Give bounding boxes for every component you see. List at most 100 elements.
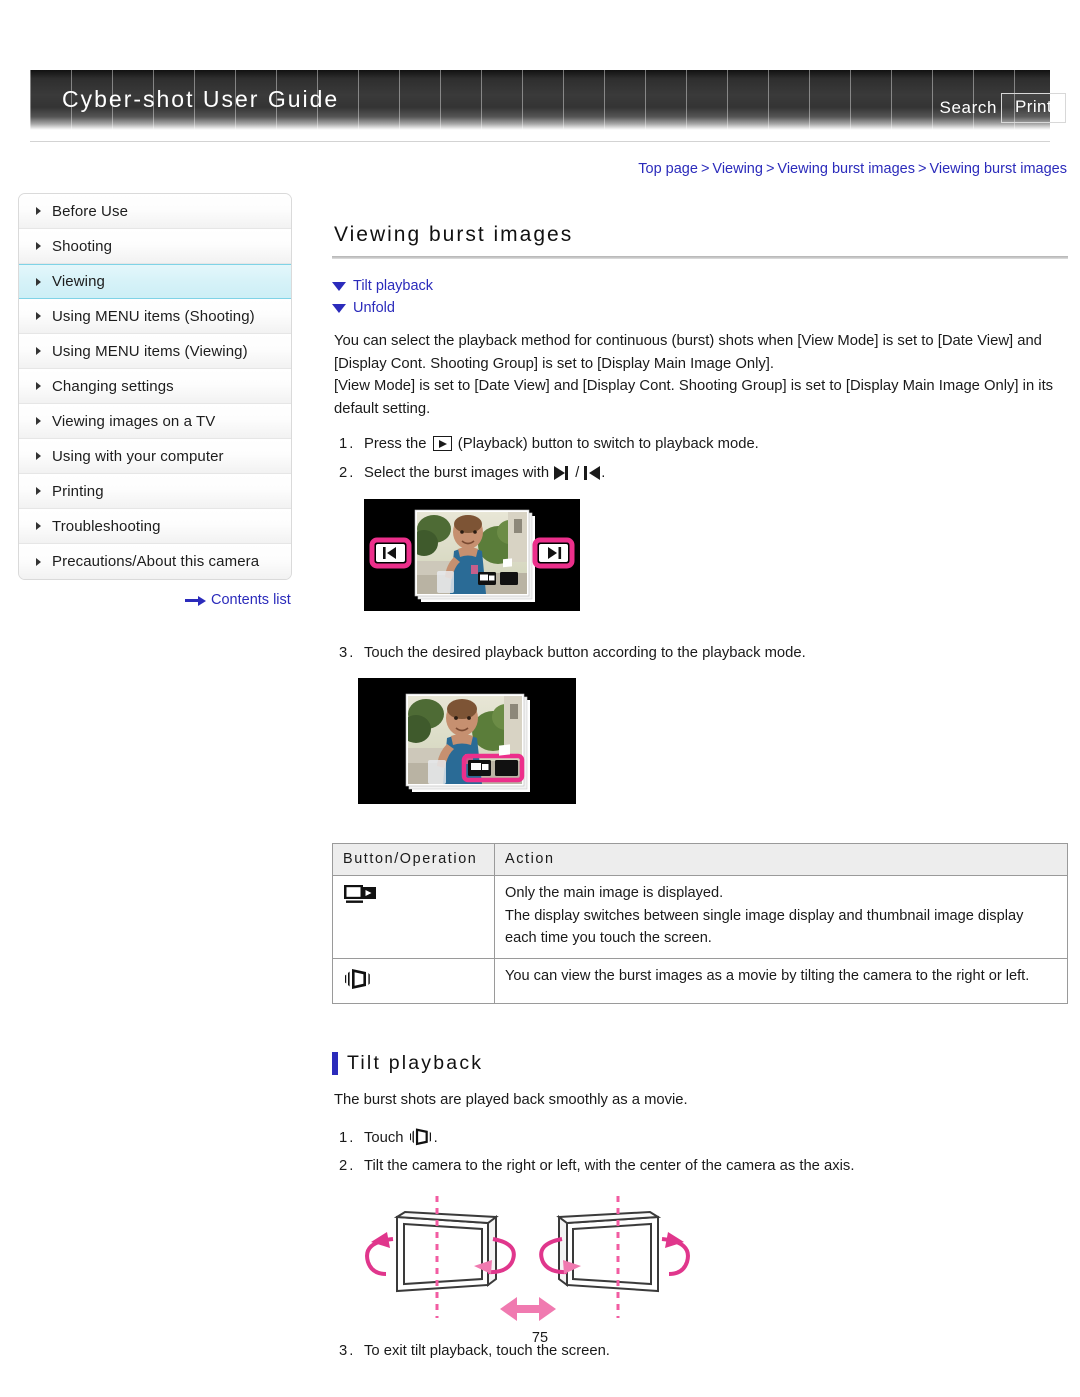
table-header-action: Action — [494, 843, 1068, 877]
chevron-right-icon — [36, 382, 41, 390]
title-divider — [332, 256, 1068, 259]
step-number: 3. — [339, 644, 356, 661]
breadcrumb-item-0[interactable]: Top page — [638, 161, 698, 177]
table-row: You can view the burst images as a movie… — [332, 957, 1068, 1004]
contents-list-link[interactable]: Contents list — [185, 592, 291, 608]
table-cell-action: You can view the burst images as a movie… — [494, 957, 1068, 1004]
app-title: Cyber-shot User Guide — [62, 86, 340, 112]
steps-list-main-3: 3. Touch the desired playback button acc… — [332, 642, 1068, 665]
chevron-right-icon — [36, 312, 41, 320]
page-title: Viewing burst images — [334, 223, 574, 246]
breadcrumb-item-3[interactable]: Viewing burst images — [929, 161, 1067, 177]
sidebar-item-printing[interactable]: Printing — [19, 474, 291, 509]
sidebar-item-using-menu-shooting[interactable]: Using MENU items (Shooting) — [19, 299, 291, 334]
chevron-right-icon — [36, 557, 41, 566]
section-accent-bar — [332, 1051, 338, 1075]
camera-tilt-left — [393, 1210, 499, 1292]
chevron-down-icon — [332, 303, 346, 313]
table-cell-icon — [332, 957, 495, 1004]
step-number: 1. — [339, 1129, 356, 1146]
sidebar-item-label: Shooting — [52, 237, 113, 255]
breadcrumb-separator: > — [700, 161, 710, 177]
header-divider — [30, 141, 1050, 142]
camera-screen-figure-1 — [364, 498, 580, 611]
table-cell-action: Only the main image is displayed. The di… — [494, 875, 1068, 959]
double-arrow-icon — [500, 1296, 556, 1321]
sidebar-item-using-with-computer[interactable]: Using with your computer — [19, 439, 291, 474]
sidebar-nav: Before Use Shooting Viewing Using MENU i… — [18, 193, 292, 580]
action-line: You can view the burst images as a movie… — [505, 967, 1030, 984]
anchor-link-tilt-playback[interactable]: Tilt playback — [332, 278, 1068, 294]
arrow-right-icon — [185, 595, 207, 606]
chevron-right-icon — [36, 487, 41, 495]
step-item: 1. Press the (Playback) button to switch… — [332, 433, 1068, 456]
step-number: 2. — [339, 464, 356, 481]
sidebar-item-before-use[interactable]: Before Use — [19, 194, 291, 229]
breadcrumb: Top page > Viewing > Viewing burst images > Vi… — [638, 161, 1067, 177]
sidebar-item-viewing-images-tv[interactable]: Viewing images on a TV — [19, 404, 291, 439]
breadcrumb-item-2[interactable]: Viewing burst images — [777, 161, 915, 177]
intro-paragraph-1: You can select the playback method for c… — [334, 333, 1042, 372]
step-item: 3. Touch the desired playback button acc… — [332, 642, 1068, 665]
action-line: The display switches between single imag… — [505, 907, 1024, 947]
sidebar-item-label: Troubleshooting — [52, 517, 161, 535]
table-row: Only the main image is displayed. The di… — [332, 875, 1068, 959]
chevron-right-icon — [36, 452, 41, 460]
sidebar-item-label: Viewing images on a TV — [52, 412, 216, 430]
figure-playback-buttons — [358, 678, 1068, 813]
step-item: 2. Tilt the camera to the right or left,… — [332, 1155, 1068, 1178]
sidebar-item-label: Changing settings — [52, 377, 174, 395]
intro-paragraph-2: [View Mode] is set to [Date View] and [D… — [334, 378, 1054, 417]
steps-list-main: 1. Press the (Playback) button to switch… — [332, 433, 1068, 484]
sidebar-item-label: Using MENU items (Viewing) — [52, 342, 248, 360]
breadcrumb-item-1[interactable]: Viewing — [712, 161, 763, 177]
steps-list-tilt: 1. Touch . 2. Tilt the camera to the rig… — [332, 1125, 1068, 1178]
table-header-button-operation: Button/Operation — [332, 843, 495, 877]
chevron-right-icon — [36, 347, 41, 355]
sidebar-item-troubleshooting[interactable]: Troubleshooting — [19, 509, 291, 544]
sidebar-item-shooting[interactable]: Shooting — [19, 229, 291, 264]
table-cell-icon — [332, 875, 495, 959]
anchor-label: Tilt playback — [353, 278, 434, 294]
step-item: 2. Select the burst images with / . — [332, 462, 1068, 485]
step-number: 2. — [339, 1158, 356, 1175]
breadcrumb-separator: > — [765, 161, 775, 177]
sidebar-item-precautions[interactable]: Precautions/About this camera — [19, 544, 291, 579]
action-line: Only the main image is displayed. — [505, 885, 724, 902]
step-text-post: . — [433, 1129, 438, 1146]
section-title: Tilt playback — [347, 1051, 484, 1074]
sidebar-item-using-menu-viewing[interactable]: Using MENU items (Viewing) — [19, 334, 291, 369]
sidebar-item-viewing[interactable]: Viewing — [19, 264, 291, 299]
previous-image-icon — [584, 465, 601, 480]
step-text-pre: Select the burst images with — [364, 464, 550, 481]
next-image-icon — [554, 465, 570, 480]
tilt-playback-icon — [345, 968, 370, 989]
print-button[interactable]: Print — [1001, 93, 1066, 123]
tilt-playback-icon — [409, 1127, 431, 1145]
step-number: 1. — [339, 436, 356, 453]
sidebar-item-label: Using with your computer — [52, 447, 224, 465]
step-text-pre: Press the — [364, 436, 427, 453]
main-content: Viewing burst images Tilt playback Unfol… — [332, 223, 1068, 1368]
chevron-right-icon — [36, 207, 41, 215]
anchor-label: Unfold — [353, 300, 395, 316]
chevron-down-icon — [332, 281, 346, 291]
figure-tilt-diagram — [360, 1190, 1068, 1330]
step-text: Touch . — [364, 1125, 1068, 1150]
sidebar-item-label: Viewing — [52, 273, 105, 290]
camera-screen-figure-2 — [358, 678, 576, 805]
sidebar-item-label: Before Use — [52, 202, 129, 220]
sidebar-item-label: Using MENU items (Shooting) — [52, 307, 255, 325]
page-number: 75 — [531, 1330, 549, 1346]
step-text: Select the burst images with / . — [364, 464, 606, 481]
playback-button-icon — [432, 436, 452, 452]
step-item: 1. Touch . — [332, 1125, 1068, 1150]
search-button[interactable]: Search — [940, 98, 997, 118]
table-header-row: Button/Operation Action — [332, 843, 1068, 877]
step-text: Tilt the camera to the right or left, wi… — [364, 1158, 855, 1175]
contents-list-label: Contents list — [211, 592, 291, 608]
anchor-link-unfold[interactable]: Unfold — [332, 300, 1068, 316]
section-heading-tilt-playback: Tilt playback — [332, 1051, 1068, 1075]
sidebar-item-label: Precautions/About this camera — [52, 553, 260, 570]
sidebar-item-changing-settings[interactable]: Changing settings — [19, 369, 291, 404]
